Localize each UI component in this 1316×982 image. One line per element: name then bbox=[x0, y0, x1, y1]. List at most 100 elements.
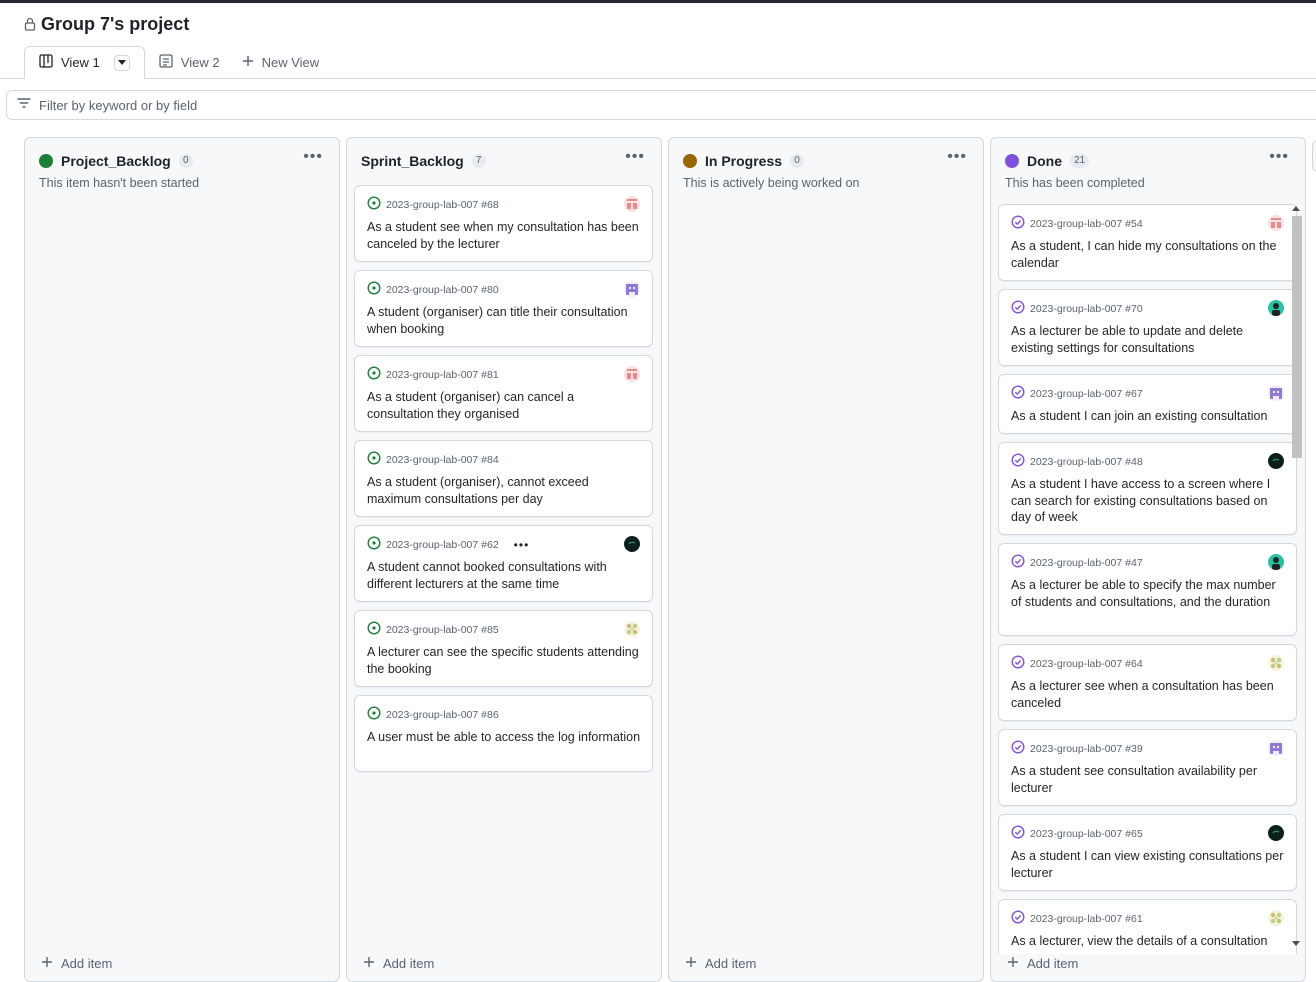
add-item-button[interactable]: Add item bbox=[685, 956, 756, 971]
scroll-up-arrow-icon[interactable] bbox=[1292, 206, 1300, 211]
issue-reference[interactable]: 2023-group-lab-007 #61 bbox=[1030, 913, 1143, 925]
issue-title[interactable]: As a student I have access to a screen w… bbox=[1011, 476, 1286, 526]
issue-card[interactable]: 2023-group-lab-007 #67 As a student I can… bbox=[998, 374, 1297, 434]
table-icon bbox=[159, 54, 173, 71]
add-item-button[interactable]: Add item bbox=[41, 956, 112, 971]
column-scrollbar[interactable] bbox=[1290, 206, 1302, 946]
assignee-avatar[interactable] bbox=[1268, 825, 1284, 841]
assignee-avatar[interactable] bbox=[1268, 215, 1284, 231]
issue-title[interactable]: A lecturer can see the specific students… bbox=[367, 644, 642, 677]
issue-reference[interactable]: 2023-group-lab-007 #65 bbox=[1030, 828, 1143, 840]
issue-reference[interactable]: 2023-group-lab-007 #62 bbox=[386, 539, 499, 551]
issue-reference[interactable]: 2023-group-lab-007 #85 bbox=[386, 624, 499, 636]
issue-card[interactable]: 2023-group-lab-007 #48 As a student I hav… bbox=[998, 442, 1297, 535]
issue-title[interactable]: As a lecturer be able to update and dele… bbox=[1011, 323, 1286, 356]
issue-title[interactable]: A student cannot booked consultations wi… bbox=[367, 559, 642, 592]
assignee-avatar[interactable] bbox=[1268, 385, 1284, 401]
assignee-avatar[interactable] bbox=[1268, 300, 1284, 316]
issue-reference[interactable]: 2023-group-lab-007 #67 bbox=[1030, 388, 1143, 400]
issue-card[interactable]: 2023-group-lab-007 #86 A user must be abl… bbox=[354, 695, 653, 772]
issue-card[interactable]: 2023-group-lab-007 #84 As a student (orga… bbox=[354, 440, 653, 517]
issue-card[interactable]: 2023-group-lab-007 #85 A lecturer can see… bbox=[354, 610, 653, 687]
filter-bar bbox=[6, 90, 1316, 120]
issue-title[interactable]: As a student (organiser), cannot exceed … bbox=[367, 474, 642, 507]
issue-reference[interactable]: 2023-group-lab-007 #54 bbox=[1030, 218, 1143, 230]
issue-reference[interactable]: 2023-group-lab-007 #81 bbox=[386, 369, 499, 381]
status-dot-icon bbox=[683, 154, 697, 168]
issue-title[interactable]: As a lecturer see when a consultation ha… bbox=[1011, 678, 1286, 711]
issue-reference[interactable]: 2023-group-lab-007 #86 bbox=[386, 709, 499, 721]
closed-issue-icon bbox=[1011, 215, 1025, 232]
issue-title[interactable]: A student (organiser) can title their co… bbox=[367, 304, 642, 337]
issue-card[interactable]: 2023-group-lab-007 #39 As a student see c… bbox=[998, 729, 1297, 806]
add-item-button[interactable]: Add item bbox=[1007, 956, 1078, 971]
issue-card[interactable]: 2023-group-lab-007 #65 As a student I can… bbox=[998, 814, 1297, 891]
assignee-avatar[interactable] bbox=[1268, 554, 1284, 570]
issue-title[interactable]: As a student see consultation availabili… bbox=[1011, 763, 1286, 796]
issue-card[interactable]: 2023-group-lab-007 #68 As a student see w… bbox=[354, 185, 653, 262]
assignee-avatar[interactable] bbox=[1268, 655, 1284, 671]
issue-reference[interactable]: 2023-group-lab-007 #70 bbox=[1030, 303, 1143, 315]
issue-reference[interactable]: 2023-group-lab-007 #80 bbox=[386, 284, 499, 296]
scroll-thumb[interactable] bbox=[1292, 216, 1302, 458]
issue-card[interactable]: 2023-group-lab-007 #61 As a lecturer, vie… bbox=[998, 899, 1297, 954]
issue-title[interactable]: As a student I can join an existing cons… bbox=[1011, 408, 1286, 425]
assignee-avatar[interactable] bbox=[1268, 453, 1284, 469]
column-header: In Progress 0 ••• bbox=[683, 148, 971, 170]
issue-title[interactable]: As a student see when my consultation ha… bbox=[367, 219, 642, 252]
issue-meta: 2023-group-lab-007 #68 bbox=[367, 196, 499, 213]
issue-reference[interactable]: 2023-group-lab-007 #39 bbox=[1030, 743, 1143, 755]
issue-title[interactable]: As a student I can view existing consult… bbox=[1011, 848, 1286, 881]
plus-icon bbox=[41, 956, 53, 971]
assignee-avatar[interactable] bbox=[1268, 910, 1284, 926]
open-issue-icon bbox=[367, 281, 381, 298]
add-item-label: Add item bbox=[383, 956, 435, 971]
issue-title[interactable]: A user must be able to access the log in… bbox=[367, 729, 642, 746]
issue-title[interactable]: As a student, I can hide my consultation… bbox=[1011, 238, 1286, 271]
issue-card[interactable]: 2023-group-lab-007 #54 As a student, I ca… bbox=[998, 204, 1297, 281]
column-cards-scroll[interactable]: 2023-group-lab-007 #54 As a student, I ca… bbox=[998, 202, 1310, 954]
card-menu-icon[interactable]: ••• bbox=[514, 538, 530, 552]
issue-title[interactable]: As a student (organiser) can cancel a co… bbox=[367, 389, 642, 422]
issue-card[interactable]: 2023-group-lab-007 #62 ••• A student canno… bbox=[354, 525, 653, 602]
issue-reference[interactable]: 2023-group-lab-007 #68 bbox=[386, 199, 499, 211]
tab-view-1[interactable]: View 1 bbox=[24, 46, 145, 79]
add-item-label: Add item bbox=[705, 956, 757, 971]
assignee-avatar[interactable] bbox=[624, 196, 640, 212]
column-menu-icon[interactable]: ••• bbox=[303, 148, 323, 166]
add-item-button[interactable]: Add item bbox=[363, 956, 434, 971]
assignee-avatar[interactable] bbox=[624, 281, 640, 297]
plus-icon bbox=[1007, 956, 1019, 971]
filter-input[interactable] bbox=[39, 97, 639, 113]
column-menu-icon[interactable]: ••• bbox=[1269, 148, 1289, 166]
assignee-avatar[interactable] bbox=[1268, 740, 1284, 756]
status-dot-icon bbox=[1005, 154, 1019, 168]
view-options-dropdown[interactable] bbox=[113, 54, 130, 71]
issue-reference[interactable]: 2023-group-lab-007 #47 bbox=[1030, 557, 1143, 569]
add-column-button[interactable] bbox=[1312, 140, 1316, 172]
column-description: This has been completed bbox=[1005, 176, 1145, 190]
issue-reference[interactable]: 2023-group-lab-007 #84 bbox=[386, 454, 499, 466]
issue-reference[interactable]: 2023-group-lab-007 #48 bbox=[1030, 456, 1143, 468]
issue-reference[interactable]: 2023-group-lab-007 #64 bbox=[1030, 658, 1143, 670]
issue-meta: 2023-group-lab-007 #65 bbox=[1011, 825, 1143, 842]
scroll-down-arrow-icon[interactable] bbox=[1292, 941, 1300, 946]
issue-card[interactable]: 2023-group-lab-007 #70 As a lecturer be a… bbox=[998, 289, 1297, 366]
issue-card[interactable]: 2023-group-lab-007 #64 As a lecturer see … bbox=[998, 644, 1297, 721]
new-view-button[interactable]: New View bbox=[234, 46, 334, 79]
issue-card[interactable]: 2023-group-lab-007 #81 As a student (orga… bbox=[354, 355, 653, 432]
column-menu-icon[interactable]: ••• bbox=[625, 148, 645, 166]
issue-card[interactable]: 2023-group-lab-007 #80 A student (organis… bbox=[354, 270, 653, 347]
assignee-avatar[interactable] bbox=[624, 536, 640, 552]
issue-meta: 2023-group-lab-007 #85 bbox=[367, 621, 499, 638]
column-menu-icon[interactable]: ••• bbox=[947, 148, 967, 166]
issue-title[interactable]: As a lecturer, view the details of a con… bbox=[1011, 933, 1286, 950]
issue-title[interactable]: As a lecturer be able to specify the max… bbox=[1011, 577, 1286, 610]
assignee-avatar[interactable] bbox=[624, 621, 640, 637]
tab-view-2[interactable]: View 2 bbox=[145, 46, 234, 79]
issue-card[interactable]: 2023-group-lab-007 #47 As a lecturer be a… bbox=[998, 543, 1297, 636]
board-icon bbox=[39, 54, 53, 71]
assignee-avatar[interactable] bbox=[624, 366, 640, 382]
top-border bbox=[0, 0, 1316, 3]
new-view-label: New View bbox=[261, 55, 320, 70]
